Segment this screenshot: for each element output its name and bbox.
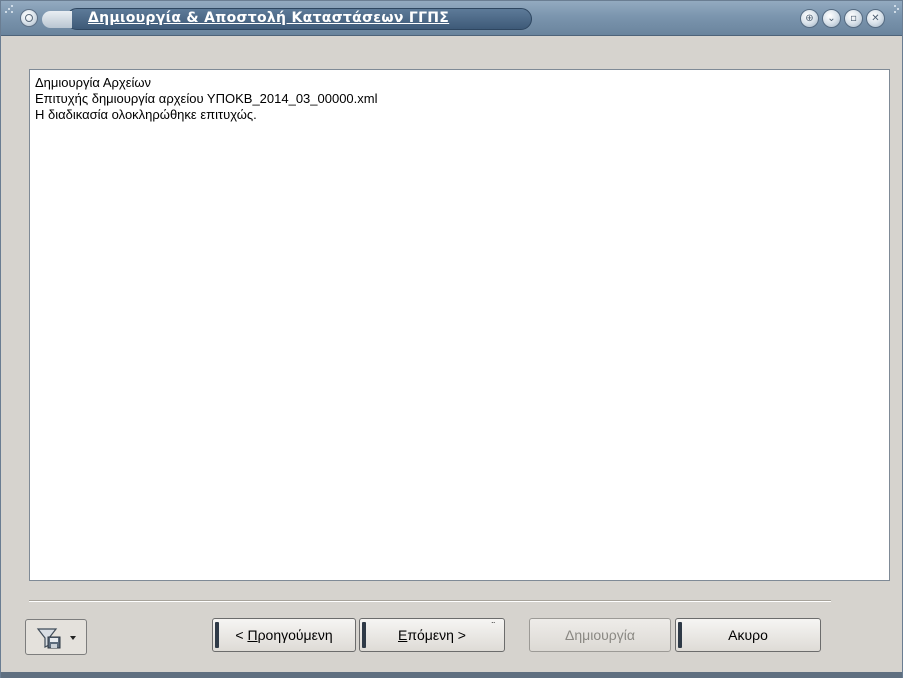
footer-separator — [29, 600, 831, 602]
dialog-window: Δημιουργία & Αποστολή Καταστάσεων ΓΓΠΣ ⊕… — [0, 0, 903, 678]
create-button[interactable]: Δημιουργία — [529, 618, 671, 652]
previous-button[interactable]: < Προηγούμενη — [212, 618, 356, 652]
next-button-label: Επόμενη > — [398, 627, 466, 643]
create-button-label: Δημιουργία — [565, 627, 635, 643]
left-grip-icon — [5, 5, 13, 15]
log-output-area[interactable]: Δημιουργία Αρχείων Επιτυχής δημιουργία α… — [29, 69, 890, 581]
filter-save-icon — [36, 628, 76, 649]
minimize-icon: ⌄ — [827, 13, 836, 24]
next-button[interactable]: Επόμενη > ¨ — [359, 618, 505, 652]
cancel-button-label: Ακυρο — [728, 627, 768, 643]
system-menu-button[interactable] — [20, 9, 38, 27]
circle-menu-icon — [25, 14, 33, 22]
cancel-button[interactable]: Ακυρο — [675, 618, 821, 652]
more-dots-icon: ¨ — [491, 621, 496, 632]
previous-button-label: < Προηγούμενη — [235, 627, 333, 643]
log-line: Η διαδικασία ολοκληρώθηκε επιτυχώς. — [35, 107, 257, 122]
log-line: Επιτυχής δημιουργία αρχείου ΥΠΟΚΒ_2014_0… — [35, 91, 378, 106]
bottom-border — [1, 672, 902, 678]
window-title: Δημιουργία & Αποστολή Καταστάσεων ΓΓΠΣ — [88, 10, 450, 26]
options-button[interactable]: ⊕ — [800, 9, 819, 28]
log-line: Δημιουργία Αρχείων — [35, 75, 152, 90]
right-grip-icon — [892, 5, 900, 15]
title-bar[interactable]: Δημιουργία & Αποστολή Καταστάσεων ΓΓΠΣ ⊕… — [1, 1, 902, 36]
filter-dropdown-button[interactable] — [25, 619, 87, 655]
minimize-button[interactable]: ⌄ — [822, 9, 841, 28]
options-icon: ⊕ — [805, 13, 814, 24]
restore-button[interactable]: ▫ — [844, 9, 863, 28]
close-icon: ✕ — [871, 13, 880, 24]
restore-icon: ▫ — [850, 13, 857, 24]
close-button[interactable]: ✕ — [866, 9, 885, 28]
